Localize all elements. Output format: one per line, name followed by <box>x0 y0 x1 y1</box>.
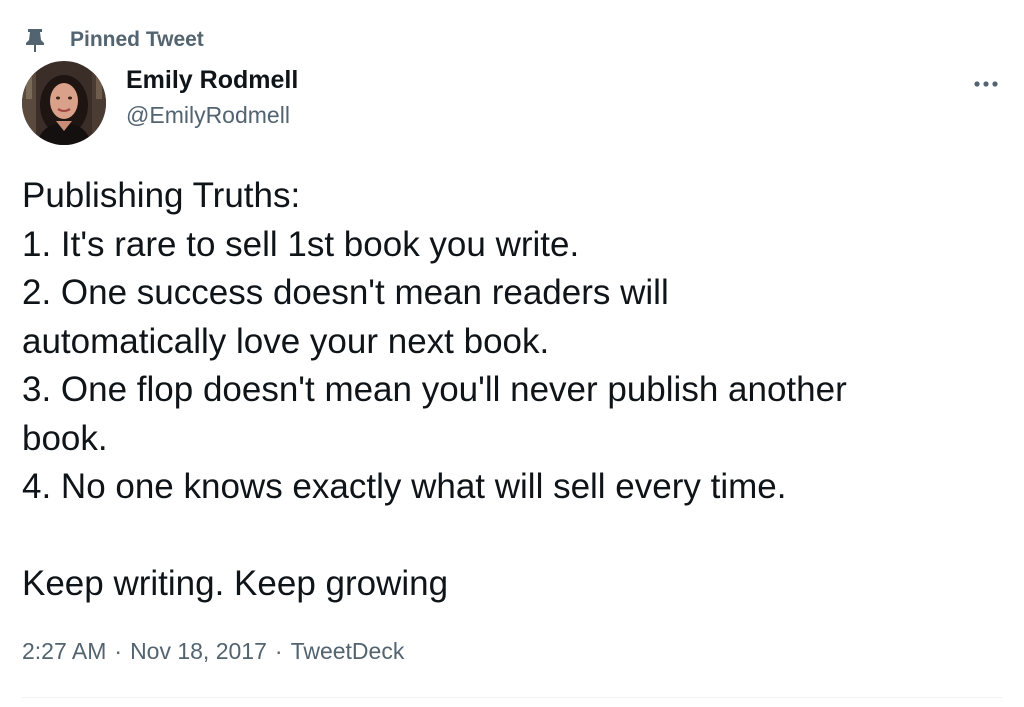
avatar[interactable] <box>22 61 106 145</box>
tweet-line: automatically love your next book. <box>22 321 550 361</box>
tweet-line: book. <box>22 418 108 458</box>
tweet-line: 2. One success doesn't mean readers will <box>22 273 669 312</box>
tweet-source-link[interactable]: TweetDeck <box>291 638 405 664</box>
author-handle[interactable]: @EmilyRodmell <box>126 102 290 129</box>
more-horizontal-icon <box>973 75 999 93</box>
tweet-line <box>22 512 1002 561</box>
tweet-line: 4. No one knows exactly what will sell e… <box>22 467 787 506</box>
pinned-indicator: Pinned Tweet <box>22 26 204 54</box>
tweet-card: Pinned Tweet Emily Rodmell @EmilyRodmell <box>0 0 1024 707</box>
tweet-date-link[interactable]: Nov 18, 2017 <box>130 638 267 664</box>
pin-icon <box>22 27 48 53</box>
tweet-time-link[interactable]: 2:27 AM <box>22 638 106 664</box>
meta-separator: · <box>274 638 283 664</box>
tweet-line: Publishing Truths: <box>22 176 301 215</box>
tweet-metadata: 2:27 AM · Nov 18, 2017 · TweetDeck <box>22 638 404 665</box>
pinned-label: Pinned Tweet <box>70 28 204 51</box>
author-display-name[interactable]: Emily Rodmell <box>126 66 298 95</box>
divider <box>22 697 1002 698</box>
tweet-line: Keep writing. Keep growing <box>22 564 449 603</box>
tweet-line: 3. One flop doesn't mean you'll never pu… <box>22 370 847 409</box>
more-options-button[interactable] <box>964 66 1008 102</box>
tweet-line: 1. It's rare to sell 1st book you write. <box>22 224 580 264</box>
tweet-text: Publishing Truths: 1. It's rare to sell … <box>22 172 1002 609</box>
meta-separator: · <box>114 638 123 664</box>
